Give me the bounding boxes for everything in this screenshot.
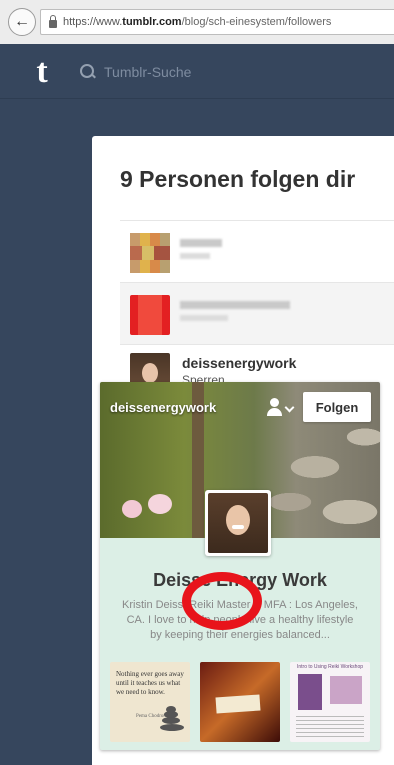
thumbnail-photo: [330, 676, 362, 704]
post-thumbnails: Nothing ever goes away until it teaches …: [110, 662, 370, 742]
post-thumbnail[interactable]: [200, 662, 280, 742]
address-bar[interactable]: https://www. tumblr.com/blog/sch-einesyst…: [40, 9, 394, 35]
blurred-subtitle: [180, 315, 228, 321]
thumbnail-title: Intro to Using Reiki Workshop: [296, 664, 364, 670]
thumbnail-text-lines: [296, 716, 364, 738]
logo-letter: t: [36, 53, 48, 90]
search-input[interactable]: [104, 60, 304, 84]
lock-icon: [49, 15, 57, 28]
follower-list: deissenergywork Sperren: [120, 220, 394, 395]
follow-button[interactable]: Folgen: [303, 392, 371, 422]
header-flower: [122, 500, 142, 518]
avatar: [130, 233, 170, 273]
page-title: 9 Personen folgen dir: [120, 166, 356, 192]
post-thumbnail[interactable]: Nothing ever goes away until it teaches …: [110, 662, 190, 742]
blurred-subtitle: [180, 253, 210, 259]
stones-icon: [160, 702, 184, 732]
follower-name[interactable]: deissenergywork: [182, 355, 296, 371]
tumblr-logo[interactable]: t: [28, 53, 56, 90]
blog-popover-card: deissenergywork Folgen Deisse Energy Wor…: [100, 382, 380, 750]
url-domain: tumblr.com: [122, 16, 182, 28]
post-thumbnail[interactable]: Intro to Using Reiki Workshop: [290, 662, 370, 742]
avatar-photo: [208, 493, 268, 553]
avatar: [130, 295, 170, 335]
follower-row-blurred[interactable]: [120, 220, 394, 282]
thumbnail-note: [215, 694, 261, 714]
back-arrow-icon: ←: [14, 13, 30, 30]
browser-toolbar: ← https://www. tumblr.com/blog/sch-einesy…: [0, 0, 394, 45]
url-path: /blog/sch-einesystem/followers: [181, 16, 332, 28]
thumbnail-quote: Nothing ever goes away until it teaches …: [116, 670, 184, 696]
url-prefix: https://www.: [63, 16, 123, 28]
back-button[interactable]: ←: [8, 8, 36, 36]
blurred-name: [180, 239, 222, 247]
card-avatar[interactable]: [205, 490, 271, 556]
thumbnail-graphic: [298, 674, 322, 710]
search-icon: [80, 64, 94, 78]
header-flower: [148, 494, 172, 514]
blurred-name: [180, 301, 290, 309]
annotation-circle: [182, 572, 262, 630]
card-blog-name[interactable]: deissenergywork: [110, 400, 216, 415]
follower-row-blurred[interactable]: [120, 282, 394, 344]
